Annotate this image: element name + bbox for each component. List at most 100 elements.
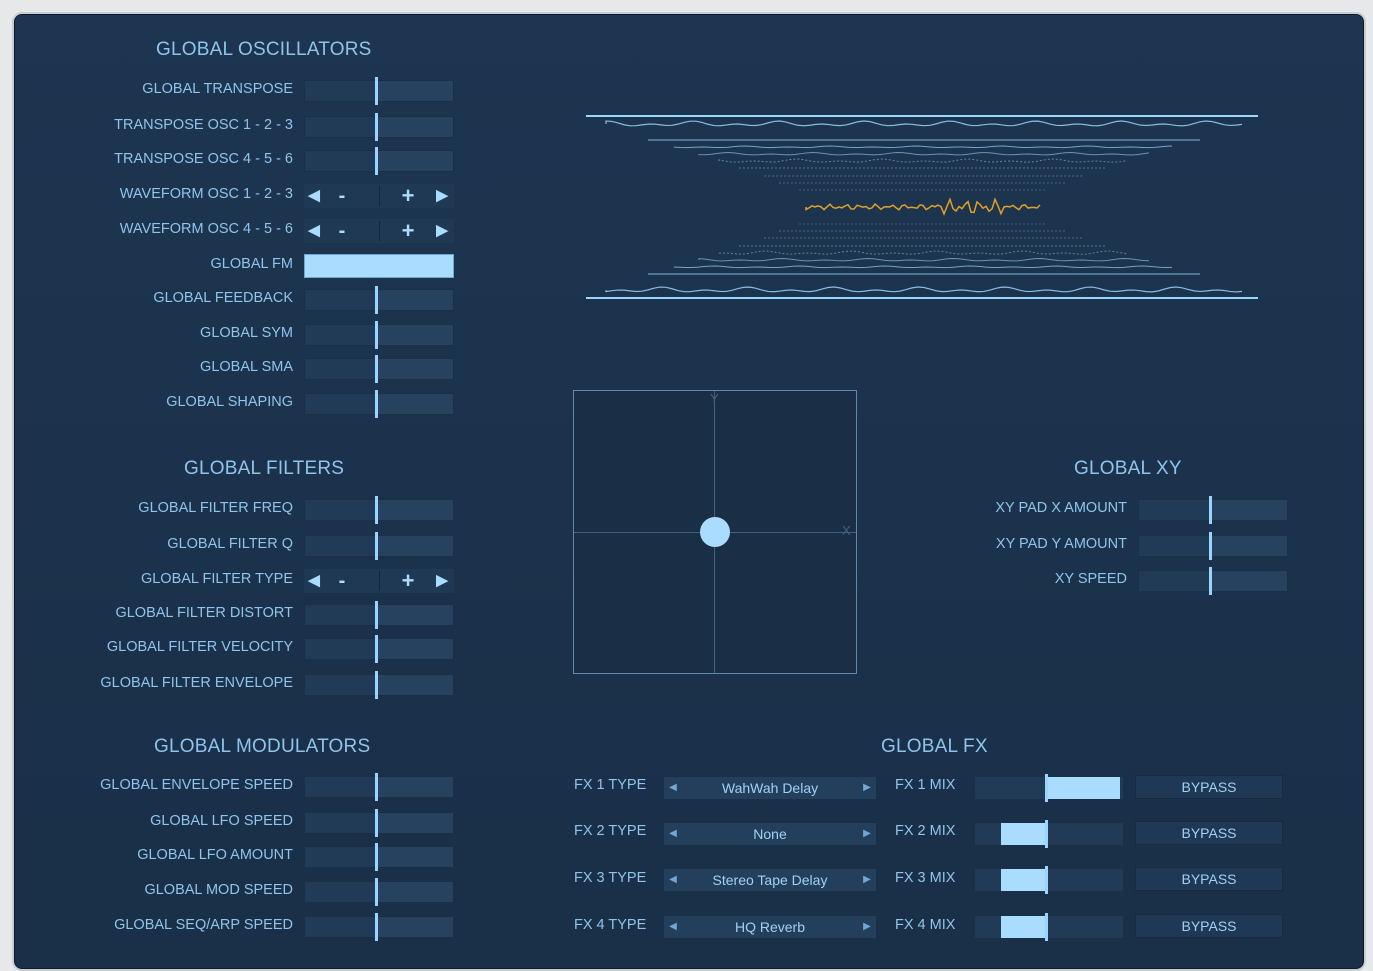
right-arrow-icon[interactable]: ▶ bbox=[432, 569, 452, 593]
xy-pad-handle[interactable] bbox=[700, 517, 730, 547]
filter-distort-slider[interactable] bbox=[304, 601, 454, 629]
global-shaping-slider[interactable] bbox=[304, 390, 454, 418]
plus-button[interactable]: + bbox=[396, 219, 420, 243]
waveform-line bbox=[673, 265, 1173, 269]
filter-envelope-slider[interactable] bbox=[304, 671, 454, 699]
waveform-display bbox=[586, 115, 1258, 299]
waveform-osc-123-stepper[interactable]: ◀ - + ▶ bbox=[304, 184, 454, 208]
next-arrow-icon[interactable]: ▶ bbox=[860, 823, 874, 845]
seq-arp-speed-label: GLOBAL SEQ/ARP SPEED bbox=[114, 917, 293, 933]
waveform-line bbox=[673, 145, 1173, 149]
fx2-type-value: None bbox=[753, 826, 787, 842]
transpose-osc-123-slider[interactable] bbox=[304, 113, 454, 141]
filters-title: GLOBAL FILTERS bbox=[184, 458, 345, 479]
global-sma-slider[interactable] bbox=[304, 355, 454, 383]
fx4-type-value: HQ Reverb bbox=[734, 919, 806, 935]
filter-q-label: GLOBAL FILTER Q bbox=[167, 536, 293, 552]
envelope-speed-slider[interactable] bbox=[304, 773, 454, 801]
next-arrow-icon[interactable]: ▶ bbox=[860, 869, 874, 891]
plus-button[interactable]: + bbox=[396, 184, 420, 208]
global-controls-panel: GLOBAL OSCILLATORS GLOBAL TRANSPOSE TRAN… bbox=[12, 12, 1366, 971]
fx4-bypass-button[interactable]: BYPASS bbox=[1135, 914, 1283, 938]
seq-arp-speed-slider[interactable] bbox=[304, 913, 454, 941]
left-arrow-icon[interactable]: ◀ bbox=[304, 184, 324, 208]
right-arrow-icon[interactable]: ▶ bbox=[432, 219, 452, 243]
oscillators-title: GLOBAL OSCILLATORS bbox=[156, 39, 372, 60]
filter-velocity-label: GLOBAL FILTER VELOCITY bbox=[106, 639, 293, 655]
transpose-osc-123-label: TRANSPOSE OSC 1 - 2 - 3 bbox=[114, 117, 293, 133]
transpose-osc-456-slider[interactable] bbox=[304, 147, 454, 175]
minus-button[interactable]: - bbox=[330, 569, 354, 593]
global-fm-slider[interactable] bbox=[304, 254, 454, 278]
xy-speed-slider[interactable] bbox=[1138, 567, 1288, 595]
global-sym-slider[interactable] bbox=[304, 321, 454, 349]
filter-freq-label: GLOBAL FILTER FREQ bbox=[138, 500, 293, 516]
lfo-amount-slider[interactable] bbox=[304, 843, 454, 871]
plus-button[interactable]: + bbox=[396, 569, 420, 593]
fx3-bypass-button[interactable]: BYPASS bbox=[1135, 867, 1283, 891]
global-shaping-label: GLOBAL SHAPING bbox=[166, 394, 293, 410]
waveform-line bbox=[718, 250, 1128, 255]
filter-q-slider[interactable] bbox=[304, 532, 454, 560]
xy-pad-y-label: Y bbox=[710, 391, 719, 406]
fx3-mix-slider[interactable] bbox=[974, 866, 1124, 894]
waveform-line bbox=[605, 286, 1243, 293]
fx1-bypass-button[interactable]: BYPASS bbox=[1135, 775, 1283, 799]
lfo-speed-slider[interactable] bbox=[304, 809, 454, 837]
prev-arrow-icon[interactable]: ◀ bbox=[666, 916, 680, 938]
global-sym-label: GLOBAL SYM bbox=[200, 325, 293, 341]
minus-button[interactable]: - bbox=[330, 219, 354, 243]
prev-arrow-icon[interactable]: ◀ bbox=[666, 869, 680, 891]
mod-speed-label: GLOBAL MOD SPEED bbox=[144, 882, 293, 898]
left-arrow-icon[interactable]: ◀ bbox=[304, 219, 324, 243]
global-transpose-slider[interactable] bbox=[304, 77, 454, 105]
waveform-line bbox=[698, 258, 1150, 262]
next-arrow-icon[interactable]: ▶ bbox=[860, 777, 874, 799]
fx1-type-label: FX 1 TYPE bbox=[574, 777, 647, 793]
waveform-line bbox=[605, 120, 1243, 127]
global-sma-label: GLOBAL SMA bbox=[200, 359, 293, 375]
fx2-mix-slider[interactable] bbox=[974, 820, 1124, 848]
filter-type-label: GLOBAL FILTER TYPE bbox=[140, 571, 293, 587]
xy-pad-x-label: X bbox=[842, 523, 851, 538]
prev-arrow-icon[interactable]: ◀ bbox=[666, 777, 680, 799]
waveform-line bbox=[718, 158, 1128, 163]
xy-pad[interactable]: Y X bbox=[573, 390, 857, 674]
waveform-osc-123-label: WAVEFORM OSC 1 - 2 - 3 bbox=[119, 186, 293, 202]
fx2-type-dropdown[interactable]: ◀ None ▶ bbox=[664, 823, 876, 845]
fx1-type-dropdown[interactable]: ◀ WahWah Delay ▶ bbox=[664, 777, 876, 799]
fx3-type-label: FX 3 TYPE bbox=[574, 870, 647, 886]
fx2-type-label: FX 2 TYPE bbox=[574, 823, 647, 839]
left-arrow-icon[interactable]: ◀ bbox=[304, 569, 324, 593]
fx3-type-value: Stereo Tape Delay bbox=[712, 872, 828, 888]
fx4-type-label: FX 4 TYPE bbox=[574, 917, 647, 933]
global-feedback-slider[interactable] bbox=[304, 286, 454, 314]
waveform-osc-456-label: WAVEFORM OSC 4 - 5 - 6 bbox=[119, 221, 293, 237]
xy-x-amount-slider[interactable] bbox=[1138, 496, 1288, 524]
fx2-bypass-button[interactable]: BYPASS bbox=[1135, 821, 1283, 845]
fx3-type-dropdown[interactable]: ◀ Stereo Tape Delay ▶ bbox=[664, 869, 876, 891]
mod-speed-slider[interactable] bbox=[304, 878, 454, 906]
fx3-mix-label: FX 3 MIX bbox=[895, 870, 956, 886]
global-fm-label: GLOBAL FM bbox=[210, 256, 293, 272]
next-arrow-icon[interactable]: ▶ bbox=[860, 916, 874, 938]
filter-freq-slider[interactable] bbox=[304, 496, 454, 524]
prev-arrow-icon[interactable]: ◀ bbox=[666, 823, 680, 845]
waveform-osc-456-stepper[interactable]: ◀ - + ▶ bbox=[304, 219, 454, 243]
filter-envelope-label: GLOBAL FILTER ENVELOPE bbox=[100, 675, 293, 691]
fx4-type-dropdown[interactable]: ◀ HQ Reverb ▶ bbox=[664, 916, 876, 938]
xy-y-amount-slider[interactable] bbox=[1138, 532, 1288, 560]
right-arrow-icon[interactable]: ▶ bbox=[432, 184, 452, 208]
lfo-speed-label: GLOBAL LFO SPEED bbox=[150, 813, 293, 829]
lfo-amount-label: GLOBAL LFO AMOUNT bbox=[137, 847, 293, 863]
fx4-mix-slider[interactable] bbox=[974, 913, 1124, 941]
minus-button[interactable]: - bbox=[330, 184, 354, 208]
filter-type-stepper[interactable]: ◀ - + ▶ bbox=[304, 569, 454, 593]
filter-velocity-slider[interactable] bbox=[304, 635, 454, 663]
fx1-mix-label: FX 1 MIX bbox=[895, 777, 956, 793]
fx1-mix-slider[interactable] bbox=[974, 774, 1124, 802]
active-waveform-line bbox=[805, 197, 1041, 216]
fx-title: GLOBAL FX bbox=[881, 736, 988, 757]
transpose-osc-456-label: TRANSPOSE OSC 4 - 5 - 6 bbox=[114, 151, 293, 167]
fx4-mix-label: FX 4 MIX bbox=[895, 917, 956, 933]
